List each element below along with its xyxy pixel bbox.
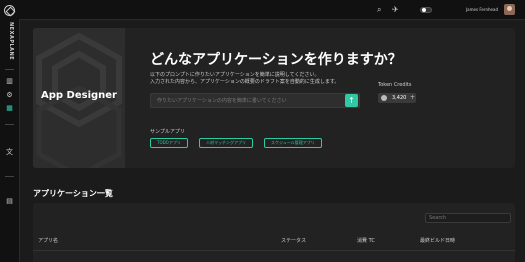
column-header-last-build[interactable]: 最終ビルド日時 bbox=[420, 237, 455, 244]
sample-apps-label: サンプルアプリ bbox=[150, 129, 185, 135]
brand-name: NEXAPLANE bbox=[8, 22, 14, 61]
hero-description: 以下のプロンプトに作りたいアプリケーションを簡単に説明してください。 入力された… bbox=[150, 72, 370, 86]
building-icon[interactable]: ▤ bbox=[5, 197, 14, 205]
gear-icon[interactable]: ⚙ bbox=[5, 91, 14, 99]
translate-icon[interactable]: 文 bbox=[5, 148, 14, 156]
column-header-name[interactable]: アプリ名 bbox=[38, 237, 58, 244]
sample-chip-todo[interactable]: TODOアプリ bbox=[150, 138, 188, 148]
prompt-input[interactable]: 作りたいアプリケーションの内容を簡単に書いてください bbox=[150, 93, 360, 108]
add-credits-icon[interactable]: + bbox=[410, 94, 415, 101]
column-header-tc[interactable]: 消費 TC bbox=[357, 237, 375, 244]
token-credits-badge[interactable]: 3,420 + bbox=[378, 93, 416, 103]
top-bar: ⌕ ✈ James Fernhead bbox=[19, 0, 525, 20]
sidebar-divider bbox=[5, 69, 14, 70]
sidebar: NEXAPLANE ▥ ⚙ ▦ 文 ▤ bbox=[0, 0, 20, 262]
rocket-icon[interactable]: ✈ bbox=[392, 5, 399, 14]
avatar[interactable] bbox=[504, 4, 515, 15]
bar-chart-icon[interactable]: ▥ bbox=[5, 77, 14, 85]
description-line: 以下のプロンプトに作りたいアプリケーションを簡単に説明してください。 bbox=[150, 72, 320, 78]
table-search-input[interactable]: Search bbox=[425, 213, 511, 223]
sidebar-divider bbox=[5, 176, 14, 177]
column-header-status[interactable]: ステータス bbox=[281, 237, 306, 244]
sidebar-divider bbox=[5, 124, 14, 125]
token-credits-value: 3,420 bbox=[392, 95, 407, 101]
token-credits-label: Token Credits bbox=[378, 82, 412, 88]
theme-toggle[interactable] bbox=[420, 7, 432, 13]
app-designer-label: App Designer bbox=[41, 90, 117, 101]
search-icon[interactable]: ⌕ bbox=[377, 5, 381, 15]
description-line: 入力された内容から、アプリケーションの概要のドラフト案を自動的に生成します。 bbox=[150, 79, 340, 85]
app-list-table bbox=[33, 203, 515, 262]
hero-illustration: App Designer bbox=[33, 28, 125, 168]
send-button[interactable]: ↑ bbox=[345, 94, 358, 107]
grid-app-icon[interactable]: ▦ bbox=[5, 104, 14, 112]
page-title: どんなアプリケーションを作りますか？ bbox=[150, 52, 402, 68]
app-designer-hero: App Designer どんなアプリケーションを作りますか？ 以下のプロンプト… bbox=[33, 28, 515, 168]
coin-icon bbox=[381, 95, 387, 101]
brand-logo-icon[interactable] bbox=[4, 5, 15, 16]
user-name[interactable]: James Fernhead bbox=[466, 7, 498, 12]
table-divider bbox=[33, 250, 515, 251]
sample-chip-schedule[interactable]: スケジュール管理アプリ bbox=[264, 138, 322, 148]
sample-chip-matching[interactable]: 人材マッチングアプリ bbox=[199, 138, 253, 148]
app-list-title: アプリケーション一覧 bbox=[33, 189, 113, 198]
